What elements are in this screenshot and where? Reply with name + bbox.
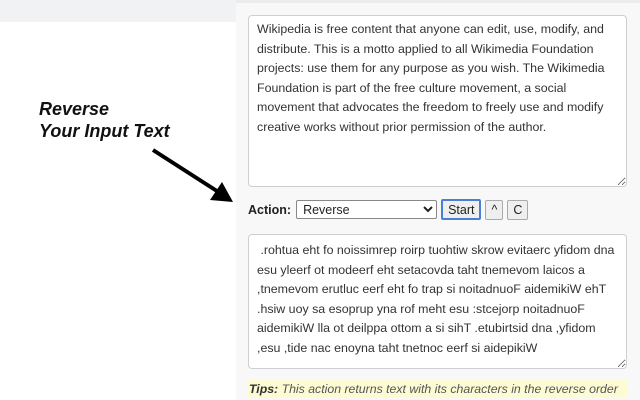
annotation-line-2: Your Input Text [39, 121, 170, 141]
tips-box: Tips: This action returns text with its … [248, 380, 627, 398]
start-button[interactable]: Start [441, 199, 482, 220]
arrow-icon [151, 148, 233, 202]
panel-border [236, 0, 640, 3]
top-bar [0, 0, 236, 22]
annotation-line-1: Reverse [39, 99, 110, 119]
action-label: Action: [248, 202, 292, 217]
action-row: Action: Reverse Start ^ C [248, 199, 529, 220]
tips-label: Tips: [249, 382, 279, 396]
action-select[interactable]: Reverse [296, 200, 438, 219]
output-textarea[interactable]: .rohtua eht fo noissimrep roirp tuohtiw … [248, 234, 627, 369]
move-up-button[interactable]: ^ [485, 199, 504, 220]
tips-text: This action returns text with its charac… [278, 382, 618, 396]
clear-button[interactable]: C [507, 199, 529, 220]
input-textarea[interactable]: Wikipedia is free content that anyone ca… [248, 15, 627, 187]
annotation-label: Reverse Your Input Text [39, 98, 170, 142]
